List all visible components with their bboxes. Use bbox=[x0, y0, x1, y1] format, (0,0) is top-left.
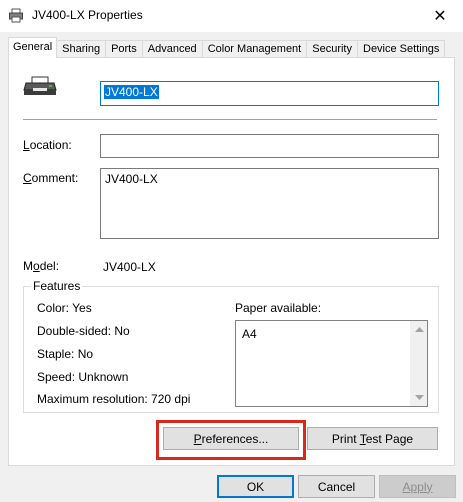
paper-available-label: Paper available: bbox=[235, 301, 322, 315]
print-test-page-button[interactable]: Print Test Page bbox=[307, 427, 438, 450]
comment-input[interactable]: JV400-LX bbox=[100, 168, 439, 239]
tab-advanced[interactable]: Advanced bbox=[141, 40, 203, 58]
close-icon: ✕ bbox=[433, 8, 447, 25]
comment-value: JV400-LX bbox=[105, 172, 158, 186]
location-input[interactable] bbox=[100, 134, 439, 158]
close-button[interactable]: ✕ bbox=[417, 0, 463, 32]
feature-double-sided: Double-sided: No bbox=[37, 324, 130, 338]
tab-device-settings[interactable]: Device Settings bbox=[357, 40, 446, 58]
paper-list-scrollbar[interactable] bbox=[410, 321, 427, 406]
feature-staple: Staple: No bbox=[37, 347, 94, 361]
tab-color-management[interactable]: Color Management bbox=[201, 40, 308, 58]
printer-icon bbox=[8, 8, 24, 24]
printer-name-input[interactable]: JV400-LX bbox=[100, 81, 439, 106]
list-item[interactable]: A4 bbox=[242, 327, 257, 341]
tab-ports[interactable]: Ports bbox=[105, 40, 143, 58]
tab-general[interactable]: General bbox=[8, 37, 58, 58]
paper-list[interactable]: A4 bbox=[235, 320, 428, 407]
cancel-button[interactable]: Cancel bbox=[298, 475, 375, 498]
model-value: JV400-LX bbox=[103, 260, 156, 274]
feature-color: Color: Yes bbox=[37, 301, 92, 315]
feature-max-resolution: Maximum resolution: 720 dpi bbox=[37, 392, 191, 406]
window-title: JV400-LX Properties bbox=[32, 8, 143, 22]
location-label: Location: bbox=[23, 138, 72, 152]
comment-label: Comment: bbox=[23, 171, 79, 185]
scroll-down-icon[interactable] bbox=[411, 389, 428, 406]
general-panel: JV400-LX Location: Comment: JV400-LX Mod… bbox=[8, 57, 455, 466]
scroll-up-icon[interactable] bbox=[411, 321, 428, 338]
preferences-button[interactable]: Preferences... bbox=[163, 427, 299, 450]
model-label: Model: bbox=[23, 259, 60, 273]
printer-name-value: JV400-LX bbox=[104, 85, 159, 99]
feature-speed: Speed: Unknown bbox=[37, 370, 129, 384]
title-bar: JV400-LX Properties ✕ bbox=[0, 0, 463, 32]
apply-button[interactable]: Apply bbox=[379, 475, 456, 498]
tab-strip: General Sharing Ports Advanced Color Man… bbox=[8, 37, 446, 58]
features-title: Features bbox=[31, 279, 83, 293]
tab-security[interactable]: Security bbox=[306, 40, 358, 58]
ok-button[interactable]: OK bbox=[217, 475, 294, 498]
separator bbox=[23, 119, 437, 120]
tab-sharing[interactable]: Sharing bbox=[56, 40, 107, 58]
printer-large-icon bbox=[23, 76, 57, 98]
features-group: Features Color: Yes Double-sided: No Sta… bbox=[23, 279, 439, 413]
